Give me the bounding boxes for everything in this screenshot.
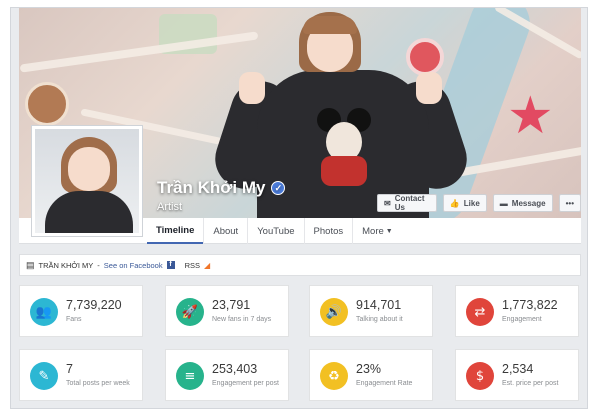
tab-photos[interactable]: Photos — [303, 218, 353, 244]
sliders-icon: ≡ — [176, 362, 204, 390]
more-options-button[interactable]: ••• — [558, 194, 581, 212]
chat-bubble-icon: ▬ — [499, 198, 508, 208]
page-category: Artist — [157, 201, 183, 213]
stat-card-new-fans: 🚀 23,791 New fans in 7 days — [165, 285, 289, 337]
stat-card-engagement-rate: ♻ 23% Engagement Rate — [309, 349, 433, 401]
megaphone-icon: 🔊 — [320, 298, 348, 326]
page-name[interactable]: Trần Khởi My ✓ — [157, 178, 286, 198]
tab-youtube[interactable]: YouTube — [247, 218, 303, 244]
cutlery-badge — [25, 82, 69, 126]
star-icon: ★ — [507, 86, 554, 146]
stat-card-engagement-per-post: ≡ 253,403 Engagement per post — [165, 349, 289, 401]
rocket-icon: 🚀 — [176, 298, 204, 326]
recycle-icon: ♻ — [320, 362, 348, 390]
tab-timeline[interactable]: Timeline — [147, 218, 204, 244]
caret-down-icon: ▼ — [385, 227, 393, 235]
thumbs-up-icon: 👍 — [449, 198, 460, 208]
stat-card-fans: 👥 7,739,220 Fans — [19, 285, 143, 337]
page-name-text[interactable]: Trần Khởi My — [157, 178, 265, 198]
action-buttons: ✉ Contact Us 👍 Like ▬ Message ••• — [377, 194, 581, 212]
rss-link[interactable]: RSS — [185, 261, 200, 270]
stat-card-posts-per-week: ✎ 7 Total posts per week — [19, 349, 143, 401]
verified-check-icon: ✓ — [271, 181, 286, 195]
envelope-icon: ✉ — [384, 198, 391, 208]
stat-card-price-per-post: $ 2,534 Est. price per post — [455, 349, 579, 401]
see-on-facebook-link[interactable]: See on Facebook — [104, 261, 163, 270]
strip-page-label: TRẦN KHỞI MY — [38, 260, 94, 270]
stat-card-engagement: ⇄ 1,773,822 Engagement — [455, 285, 579, 337]
profile-picture[interactable] — [31, 125, 143, 237]
facebook-icon[interactable]: f — [166, 261, 175, 269]
dollar-icon: $ — [466, 362, 494, 390]
like-button[interactable]: 👍 Like — [442, 194, 487, 212]
page-info-strip: ▤ TRẦN KHỞI MY - See on Facebook f RSS ◢ — [19, 254, 581, 276]
mickey-print — [317, 108, 371, 186]
tab-more[interactable]: More ▼ — [352, 218, 402, 244]
stat-card-talking-about: 🔊 914,701 Talking about it — [309, 285, 433, 337]
exchange-icon: ⇄ — [466, 298, 494, 326]
rss-icon: ◢ — [204, 260, 211, 270]
more-icon: ••• — [565, 198, 574, 208]
tab-about[interactable]: About — [203, 218, 247, 244]
contact-us-button[interactable]: ✉ Contact Us — [377, 194, 437, 212]
message-button[interactable]: ▬ Message — [492, 194, 553, 212]
avatar — [35, 129, 139, 233]
page-frame: ★ Trần Khởi My ✓ Artist ✉ Contact Us 👍 L… — [10, 7, 588, 409]
group-icon: 👥 — [30, 298, 58, 326]
bars-icon: ▤ — [26, 259, 35, 270]
edit-icon: ✎ — [30, 362, 58, 390]
